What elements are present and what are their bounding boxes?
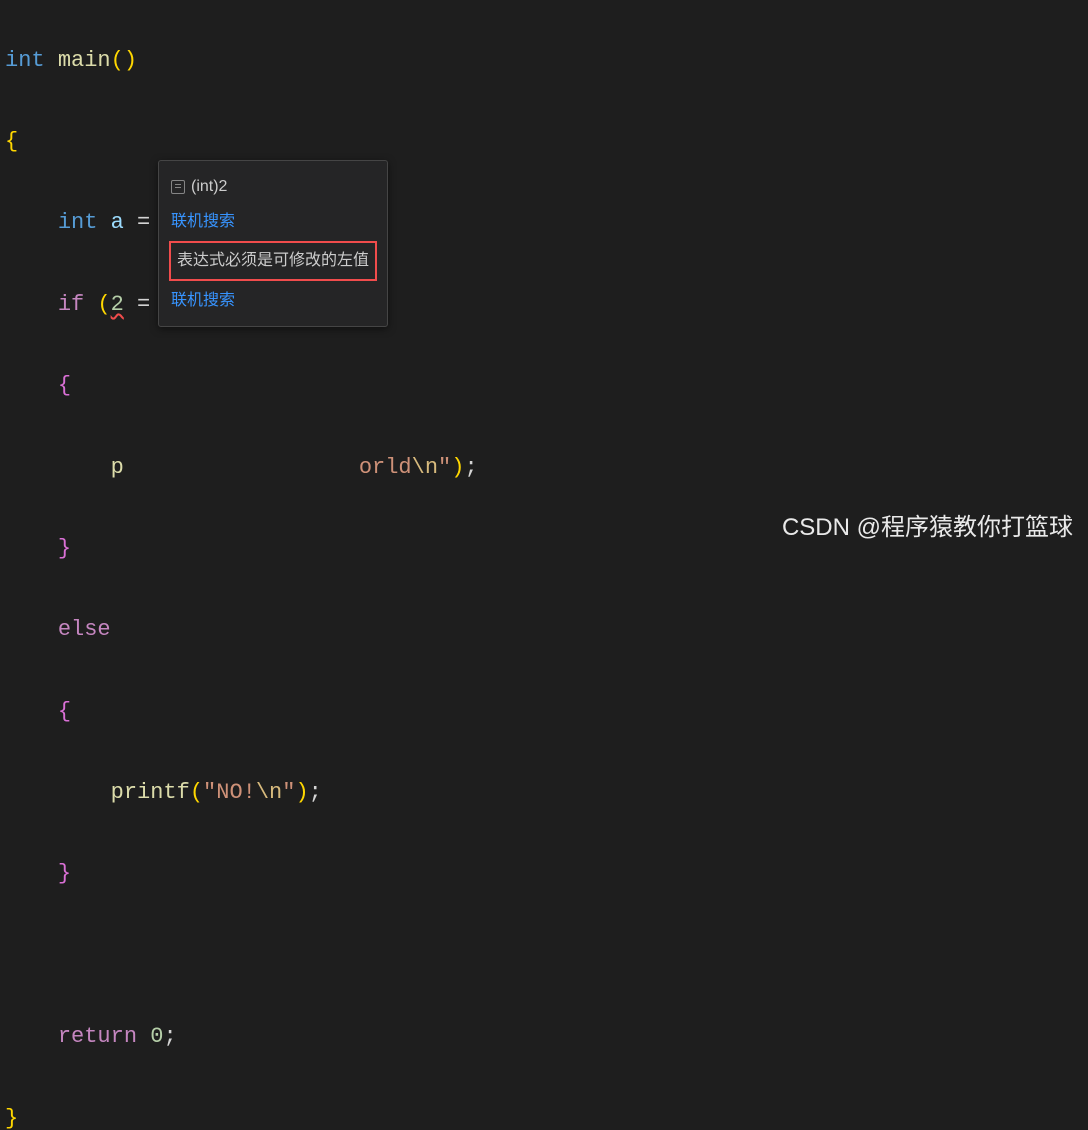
brace: } [5,1106,18,1130]
code-line[interactable]: printf("NO!\n"); [5,773,1088,814]
indent [5,617,58,642]
paren: ) [295,780,308,805]
indent [5,1024,58,1049]
error-tooltip: (int)2 联机搜索 表达式必须是可修改的左值 联机搜索 [158,160,388,327]
indent [5,861,58,886]
code-line[interactable] [5,936,1088,977]
indent [5,699,58,724]
code-line[interactable]: { [5,366,1088,407]
code-line[interactable]: } [5,1099,1088,1130]
brace: { [58,373,71,398]
keyword-type: int [5,48,45,73]
paren: ) [124,48,137,73]
escape: \n [412,455,438,480]
brace: } [58,536,71,561]
code-line[interactable]: else [5,610,1088,651]
paren: ( [111,48,124,73]
code-line[interactable]: int main() [5,41,1088,82]
keyword-control: return [58,1024,137,1049]
indent [5,536,58,561]
tooltip-search-link[interactable]: 联机搜索 [159,283,387,318]
indent [5,373,58,398]
type-info-text: (int)2 [191,169,227,204]
semicolon: ; [464,455,477,480]
semicolon: ; [309,780,322,805]
keyword-control: else [58,617,111,642]
paren: ( [97,292,110,317]
semicolon: ; [163,1024,176,1049]
code-line[interactable]: return 0; [5,1017,1088,1058]
string: " [282,780,295,805]
brace: } [58,861,71,886]
paren: ( [190,780,203,805]
code-line[interactable]: { [5,692,1088,733]
tooltip-type-info: (int)2 [159,169,387,204]
brace: { [58,699,71,724]
partial-text: p [111,455,124,480]
paren: ) [451,455,464,480]
code-line[interactable]: p orld\n"); [5,448,1088,489]
string: " [438,455,451,480]
brace: { [5,129,18,154]
number: 0 [150,1024,163,1049]
string: NO! [216,780,256,805]
code-line[interactable]: } [5,854,1088,895]
string: orld [359,455,412,480]
info-icon [171,180,185,194]
tooltip-search-link[interactable]: 联机搜索 [159,204,387,239]
indent [5,210,58,235]
variable: a [111,210,124,235]
code-line[interactable]: { [5,122,1088,163]
function-call: printf [111,780,190,805]
string: " [203,780,216,805]
watermark: CSDN @程序猿教你打篮球 [782,506,1073,550]
keyword-control: if [58,292,84,317]
function-name: main [58,48,111,73]
escape: \n [256,780,282,805]
number-error[interactable]: 2 [111,292,124,317]
tooltip-error-message: 表达式必须是可修改的左值 [169,241,377,280]
indent [5,780,111,805]
keyword-type: int [58,210,98,235]
indent [5,292,58,317]
indent [5,455,111,480]
